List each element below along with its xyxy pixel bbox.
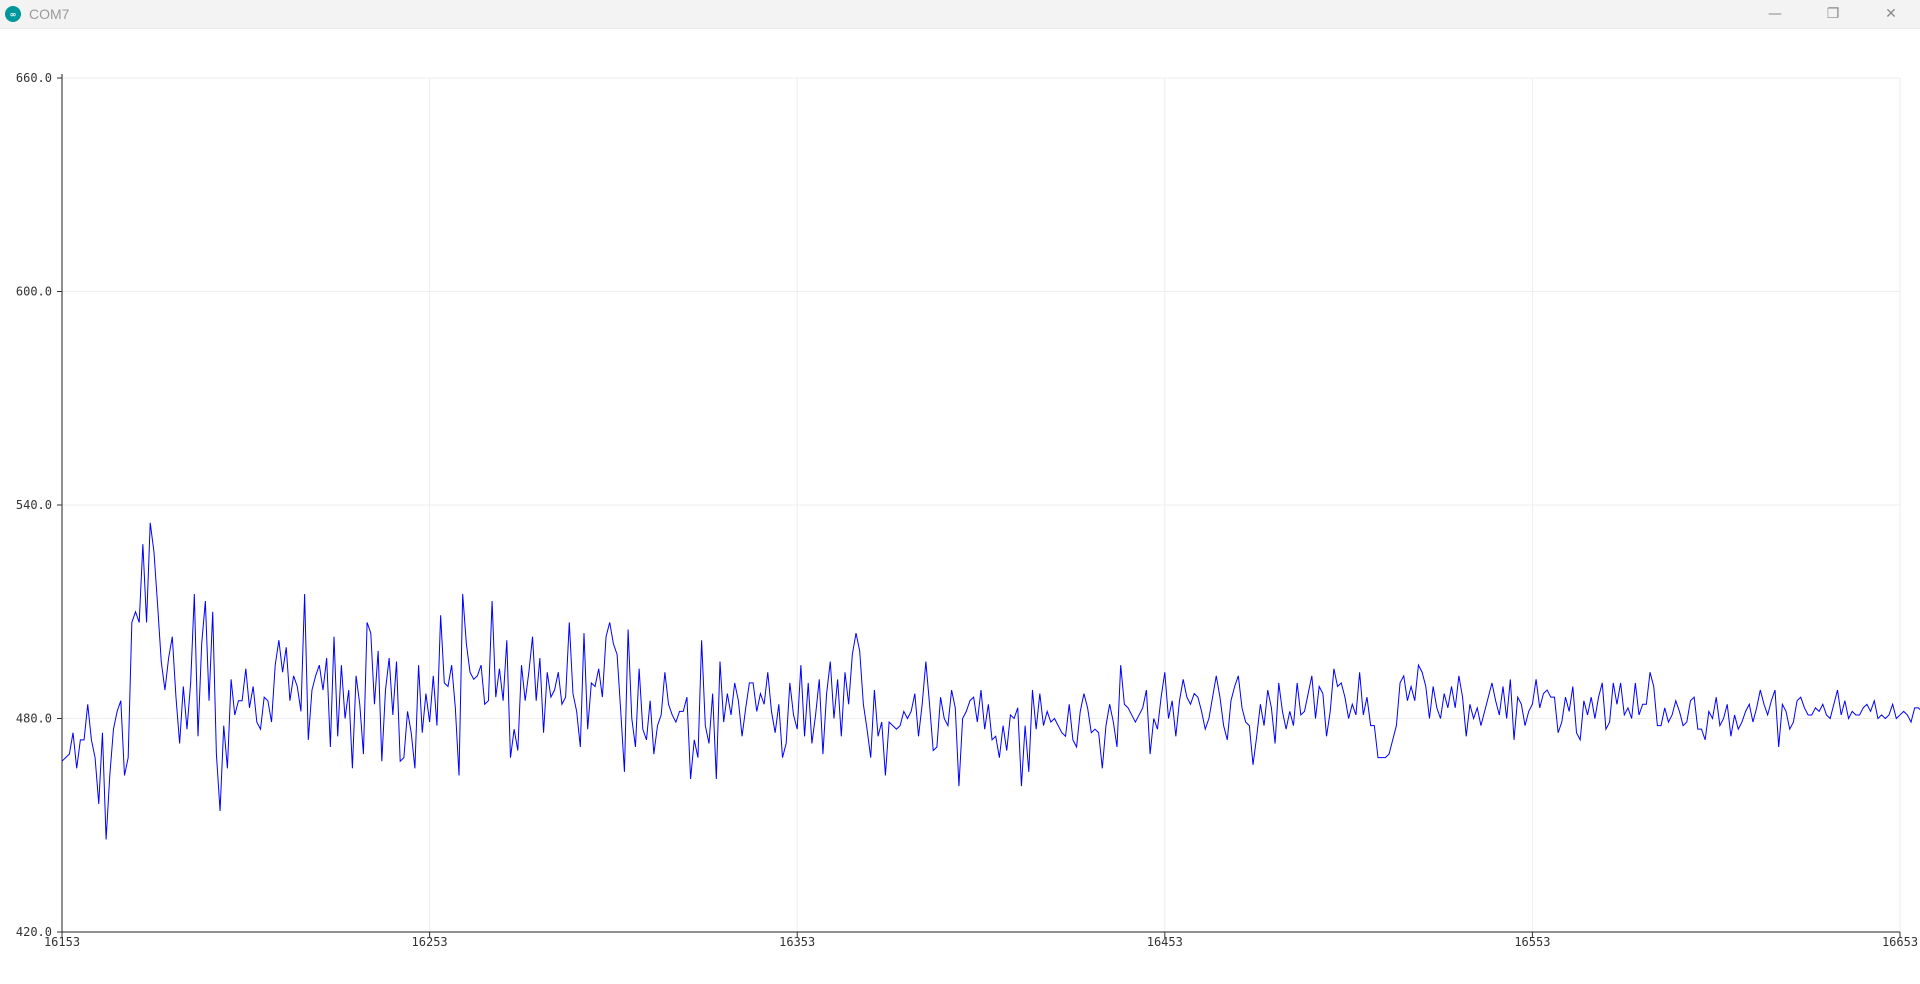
x-tick-label: 16653 — [1882, 935, 1918, 949]
restore-icon: ❐ — [1826, 6, 1840, 22]
window-title: COM7 — [29, 6, 70, 22]
x-tick-label: 16453 — [1147, 935, 1183, 949]
plot-ticks: 16153 16253 16353 16453 16553 16653420.0480.0… — [16, 71, 1918, 949]
plot-axes — [61, 74, 1900, 933]
window-controls: — ❐ ✕ — [1746, 0, 1920, 28]
plot-series — [61, 522, 1920, 840]
plot-grid — [61, 77, 1901, 933]
arduino-logo-icon: ∞ — [5, 6, 21, 22]
minimize-button[interactable]: — — [1746, 0, 1804, 28]
x-tick-label: 16553 — [1514, 935, 1550, 949]
minimize-icon: — — [1768, 6, 1782, 22]
serial-plot-chart: 16153 16253 16353 16453 16553 16653420.0480.0… — [16, 71, 1920, 949]
close-icon: ✕ — [1885, 6, 1897, 22]
x-tick-label: 16253 — [412, 935, 448, 949]
x-tick-label: 16353 — [779, 935, 815, 949]
restore-button[interactable]: ❐ — [1804, 0, 1862, 28]
series-line — [61, 522, 1920, 840]
y-tick-label: 540.0 — [16, 498, 52, 512]
y-tick-label: 480.0 — [16, 712, 52, 726]
y-tick-label: 420.0 — [16, 925, 52, 939]
close-button[interactable]: ✕ — [1862, 0, 1920, 28]
y-tick-label: 600.0 — [16, 285, 52, 299]
serial-plotter: 16153 16253 16353 16453 16553 16653 420.0 480.0… — [0, 28, 1920, 979]
y-tick-label: 660.0 — [16, 71, 52, 85]
window-titlebar[interactable]: ∞ COM7 — ❐ ✕ — [0, 0, 1920, 29]
